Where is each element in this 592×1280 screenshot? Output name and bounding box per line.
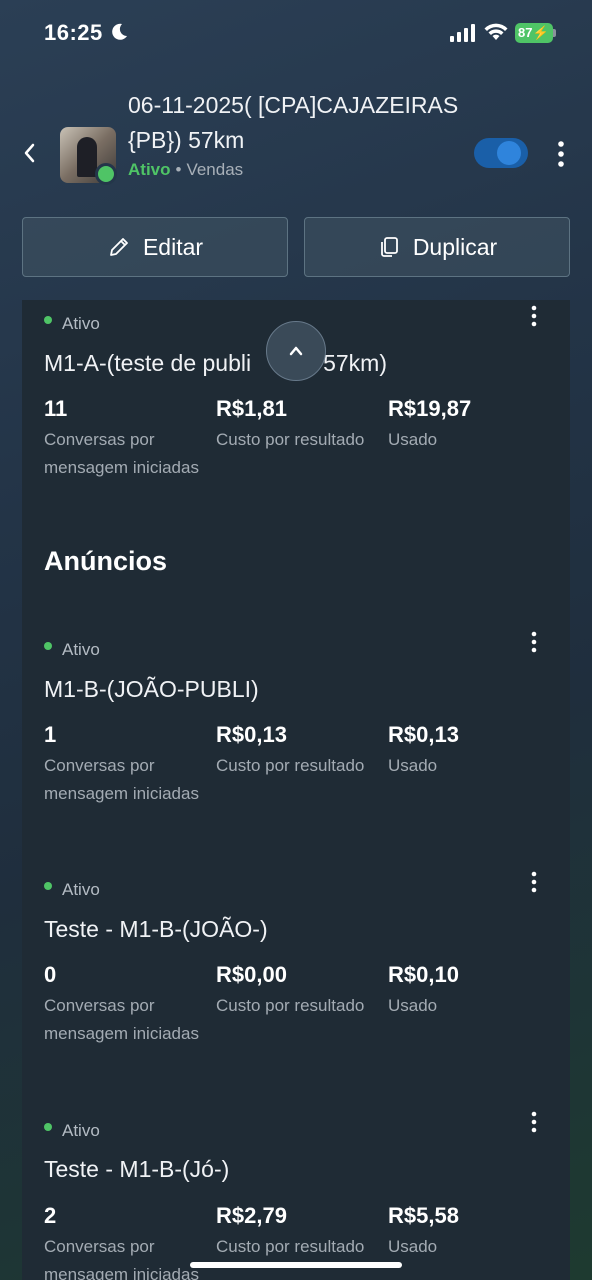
ad-more-options-icon[interactable] bbox=[524, 630, 544, 656]
wifi-icon bbox=[484, 23, 508, 40]
metric-value: R$0,13 bbox=[216, 722, 287, 747]
back-arrow-icon[interactable] bbox=[18, 138, 42, 168]
status-bar: 16:25 87⚡ bbox=[0, 0, 592, 70]
metric-value: R$19,87 bbox=[388, 396, 472, 421]
ad-name[interactable]: Teste - M1-B-(JOÃO-) bbox=[44, 916, 268, 943]
edit-button-label: Editar bbox=[142, 233, 204, 260]
status-separator: • bbox=[175, 160, 182, 179]
scroll-to-top-button[interactable] bbox=[266, 321, 326, 381]
avatar-person-image bbox=[77, 137, 97, 177]
adset-more-options-icon[interactable] bbox=[524, 304, 544, 330]
metric-value: R$0,10 bbox=[388, 962, 459, 987]
campaign-status: Ativo bbox=[128, 160, 171, 179]
ad-metric-results: 2 Conversas por mensagem iniciadas bbox=[44, 1203, 204, 1280]
campaign-objective: Vendas bbox=[186, 160, 244, 179]
pencil-icon bbox=[110, 238, 128, 256]
metric-label: Usado bbox=[388, 1237, 438, 1256]
metric-value: 0 bbox=[44, 962, 57, 987]
status-time: 16:25 bbox=[44, 20, 103, 45]
metric-value: 2 bbox=[44, 1203, 57, 1228]
ad-status-text: Ativo bbox=[62, 880, 100, 899]
ad-status: Ativo bbox=[44, 880, 100, 900]
adset-name[interactable]: M1-A-(teste de publi 57km) bbox=[44, 350, 387, 377]
ad-name[interactable]: Teste - M1-B-(Jó-) bbox=[44, 1156, 229, 1183]
metric-label: Conversas por mensagem iniciadas bbox=[44, 430, 199, 477]
active-status-dot bbox=[95, 163, 117, 185]
metric-label: Custo por resultado bbox=[216, 430, 365, 449]
metric-value: R$0,13 bbox=[388, 722, 459, 747]
ad-metric-spent: R$0,10 Usado bbox=[388, 962, 548, 1020]
campaign-status-line: Ativo • Vendas bbox=[128, 160, 243, 180]
battery-level: 87 bbox=[518, 25, 533, 40]
status-dot bbox=[44, 315, 52, 324]
adset-metric-cost: R$1,81 Custo por resultado bbox=[216, 396, 376, 454]
home-indicator[interactable] bbox=[190, 1262, 402, 1268]
charging-icon: ⚡ bbox=[532, 25, 549, 40]
ad-more-options-icon[interactable] bbox=[524, 1110, 544, 1136]
ad-more-options-icon[interactable] bbox=[524, 870, 544, 896]
metric-label: Usado bbox=[388, 996, 438, 1015]
metric-label: Usado bbox=[388, 430, 438, 449]
ad-list-panel[interactable]: Ativo M1-A-(teste de publi 57km) 11 Conve… bbox=[22, 300, 570, 1280]
adset-metric-results: 11 Conversas por mensagem iniciadas bbox=[44, 396, 204, 482]
adset-name-end: 57km) bbox=[323, 350, 387, 376]
adset-metric-spent: R$19,87 Usado bbox=[388, 396, 548, 454]
battery-indicator: 87⚡ bbox=[515, 23, 553, 43]
duplicate-button-label: Duplicar bbox=[412, 233, 498, 260]
adset-status: Ativo bbox=[44, 314, 100, 334]
ad-status-text: Ativo bbox=[62, 640, 100, 659]
status-dot bbox=[44, 1122, 52, 1131]
ad-metric-results: 1 Conversas por mensagem iniciadas bbox=[44, 722, 204, 808]
metric-value: R$2,79 bbox=[216, 1203, 287, 1228]
metric-value: R$5,58 bbox=[388, 1203, 459, 1228]
metric-label: Usado bbox=[388, 756, 438, 775]
toggle-knob bbox=[497, 141, 521, 165]
ad-status: Ativo bbox=[44, 1121, 100, 1141]
duplicate-icon bbox=[380, 237, 398, 257]
ad-status-text: Ativo bbox=[62, 1121, 100, 1140]
ad-metric-cost: R$0,13 Custo por resultado bbox=[216, 722, 376, 780]
ad-metric-spent: R$5,58 Usado bbox=[388, 1203, 548, 1261]
metric-label: Custo por resultado bbox=[216, 996, 365, 1015]
ad-name[interactable]: M1-B-(JOÃO-PUBLI) bbox=[44, 676, 259, 703]
ads-section-title: Anúncios bbox=[44, 546, 168, 576]
metric-value: 1 bbox=[44, 722, 57, 747]
battery-tip bbox=[553, 29, 556, 37]
edit-button[interactable]: Editar bbox=[22, 217, 288, 277]
more-options-icon[interactable] bbox=[550, 140, 572, 168]
ad-status: Ativo bbox=[44, 640, 100, 660]
metric-label: Custo por resultado bbox=[216, 756, 365, 775]
ad-metric-results: 0 Conversas por mensagem iniciadas bbox=[44, 962, 204, 1048]
metric-label: Conversas por mensagem iniciadas bbox=[44, 756, 199, 803]
status-dot bbox=[44, 641, 52, 650]
status-dot bbox=[44, 881, 52, 890]
metric-value: R$1,81 bbox=[216, 396, 287, 421]
ad-metric-cost: R$0,00 Custo por resultado bbox=[216, 962, 376, 1020]
duplicate-button[interactable]: Duplicar bbox=[304, 217, 570, 277]
metric-label: Conversas por mensagem iniciadas bbox=[44, 1237, 199, 1280]
adset-name-start: M1-A-(teste de publi bbox=[44, 350, 252, 376]
metric-value: 11 bbox=[44, 396, 68, 421]
metric-label: Conversas por mensagem iniciadas bbox=[44, 996, 199, 1043]
campaign-title: 06-11-2025( [CPA]CAJAZEIRAS{PB}) 57km bbox=[128, 92, 459, 153]
moon-icon bbox=[112, 23, 127, 40]
chevron-up-icon bbox=[289, 346, 303, 356]
ad-metric-cost: R$2,79 Custo por resultado bbox=[216, 1203, 376, 1261]
metric-value: R$0,00 bbox=[216, 962, 287, 987]
cellular-signal-icon bbox=[450, 24, 475, 42]
ad-metric-spent: R$0,13 Usado bbox=[388, 722, 548, 780]
metric-label: Custo por resultado bbox=[216, 1237, 365, 1256]
adset-status-text: Ativo bbox=[62, 314, 100, 333]
